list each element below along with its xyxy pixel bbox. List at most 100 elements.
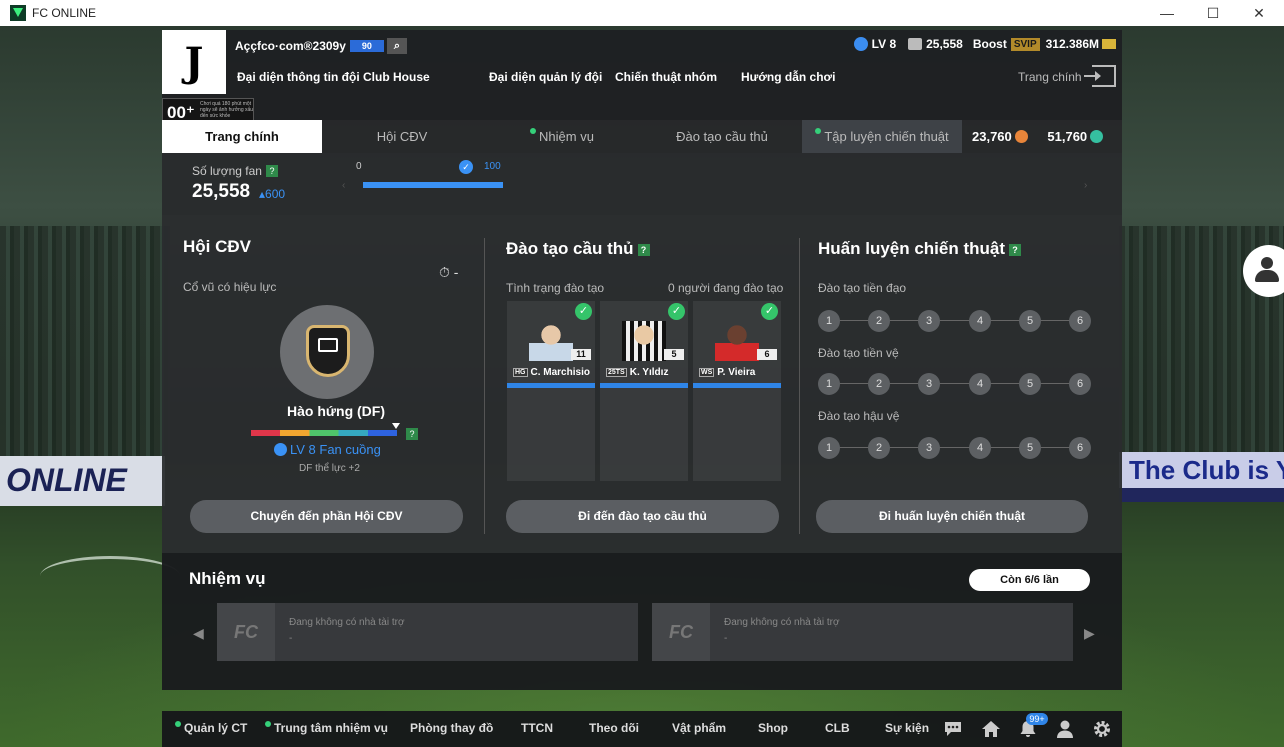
step-4[interactable]: 4 xyxy=(969,373,991,395)
missions-title: Nhiệm vụ xyxy=(189,569,266,588)
step-6[interactable]: 6 xyxy=(1069,310,1091,332)
boost-label: Boost xyxy=(972,37,1007,51)
player-photo xyxy=(529,321,573,361)
mission-center-dot xyxy=(265,721,271,727)
supporters-title: Hội CĐV xyxy=(183,237,251,256)
go-training-button[interactable]: Đi đến đào tạo cầu thủ xyxy=(506,500,779,533)
maximize-button[interactable]: ☐ xyxy=(1190,0,1236,26)
chat-icon[interactable] xyxy=(943,719,963,739)
fc-online-app-icon xyxy=(10,5,26,21)
minimize-button[interactable]: — xyxy=(1144,0,1190,26)
step-4[interactable]: 4 xyxy=(969,437,991,459)
level-icon xyxy=(853,37,868,51)
check-icon: ✓ xyxy=(668,303,685,320)
tab-missions-dot xyxy=(530,128,537,134)
divider xyxy=(484,238,485,534)
step-3[interactable]: 3 xyxy=(918,373,940,395)
step-2[interactable]: 2 xyxy=(868,373,890,395)
step-2[interactable]: 2 xyxy=(868,437,890,459)
bottom-nav-ttcn[interactable]: TTCN xyxy=(521,721,553,735)
step-1[interactable]: 1 xyxy=(818,437,840,459)
tactics-title-text: Huấn luyện chiến thuật xyxy=(818,239,1006,258)
help-icon[interactable]: ? xyxy=(1009,244,1022,256)
step-1[interactable]: 1 xyxy=(818,373,840,395)
logout-icon[interactable] xyxy=(1084,65,1116,87)
bottom-nav-follow[interactable]: Theo dõi xyxy=(589,721,639,735)
nav-team-tactics[interactable]: Chiến thuật nhóm xyxy=(615,70,717,84)
player-card-vieira[interactable]: ✓ 6 WS P. Vieira xyxy=(693,301,781,481)
player-photo xyxy=(715,321,759,361)
nav-club-house[interactable]: Club House xyxy=(363,70,430,84)
step-5[interactable]: 5 xyxy=(1019,437,1041,459)
close-button[interactable]: ✕ xyxy=(1236,0,1282,26)
ad-board-right: The Club is Y xyxy=(1119,452,1284,488)
currency-2-icon xyxy=(1090,130,1104,143)
go-tactics-button[interactable]: Đi huấn luyện chiến thuật xyxy=(816,500,1088,533)
sponsor-card[interactable]: FC Đang không có nhà tài trợ - xyxy=(652,603,1073,661)
sponsor-sub: - xyxy=(724,633,728,644)
step-1[interactable]: 1 xyxy=(818,310,840,332)
bp-coin-icon xyxy=(1102,39,1116,49)
forward-steps: 1 2 3 4 5 6 xyxy=(818,310,1091,332)
tab-home[interactable]: Trang chính xyxy=(162,120,322,153)
step-3[interactable]: 3 xyxy=(918,437,940,459)
nav-guide[interactable]: Hướng dẫn chơi xyxy=(741,70,835,84)
bottom-nav-items[interactable]: Vật phẩm xyxy=(672,721,726,735)
bottom-nav-mission-center[interactable]: Trung tâm nhiệm vụ xyxy=(265,721,388,735)
search-icon[interactable]: ⌕ xyxy=(386,38,407,54)
fan-progress-bar xyxy=(363,182,503,188)
nav-team-management[interactable]: Đại diện quản lý đội xyxy=(489,70,602,84)
sponsor-text: Đang không có nhà tài trợ xyxy=(289,617,405,628)
currency-1-value: 23,760 xyxy=(972,129,1012,144)
player-number: 6 xyxy=(757,349,777,360)
go-supporters-button[interactable]: Chuyển đến phần Hội CĐV xyxy=(190,500,463,533)
step-4[interactable]: 4 xyxy=(969,310,991,332)
fan-level: LV 8 Fan cuồng xyxy=(274,442,381,457)
sponsor-card[interactable]: FC Đang không có nhà tài trợ - xyxy=(217,603,638,661)
bottom-nav-squad[interactable]: Quản lý CT xyxy=(175,721,247,735)
training-count-label: 0 người đang đào tạo xyxy=(668,281,784,295)
tab-tactics-training[interactable]: Tập luyện chiến thuật xyxy=(802,120,962,153)
missions-remaining-badge[interactable]: Còn 6/6 lần xyxy=(969,569,1090,591)
sponsor-text: Đang không có nhà tài trợ xyxy=(724,617,840,628)
home-link[interactable]: Trang chính xyxy=(1018,70,1082,84)
bottom-nav-shop[interactable]: Shop xyxy=(758,721,788,735)
tab-supporters[interactable]: Hội CĐV xyxy=(322,120,482,153)
next-arrow-icon[interactable]: ▶ xyxy=(1084,625,1095,642)
prev-arrow-icon[interactable]: ◀ xyxy=(193,625,204,642)
home-icon[interactable] xyxy=(981,719,1001,739)
check-icon: ✓ xyxy=(761,303,778,320)
tab-player-training[interactable]: Đào tạo cầu thủ xyxy=(642,120,802,153)
bottom-nav-club[interactable]: CLB xyxy=(825,721,850,735)
step-6[interactable]: 6 xyxy=(1069,437,1091,459)
profile-icon[interactable] xyxy=(1055,719,1075,739)
step-6[interactable]: 6 xyxy=(1069,373,1091,395)
account-level-tag: 90 xyxy=(349,40,384,52)
player-card-marchisio[interactable]: ✓ 11 HG C. Marchisio xyxy=(507,301,595,481)
help-icon[interactable]: ? xyxy=(637,244,650,256)
player-number: 11 xyxy=(571,349,591,360)
nav-team-info[interactable]: Đại diện thông tin đội xyxy=(237,70,360,84)
tab-missions-label: Nhiệm vụ xyxy=(539,129,594,144)
player-name-text: P. Vieira xyxy=(717,367,756,378)
bottom-nav-locker-room[interactable]: Phòng thay đồ xyxy=(410,721,493,735)
step-2[interactable]: 2 xyxy=(868,310,890,332)
club-logo[interactable]: J xyxy=(162,30,226,94)
bottom-nav-events[interactable]: Sự kiện xyxy=(885,721,929,735)
step-3[interactable]: 3 xyxy=(918,310,940,332)
step-5[interactable]: 5 xyxy=(1019,373,1041,395)
tab-missions[interactable]: Nhiệm vụ xyxy=(482,120,642,153)
tactics-midfield-label: Đào tạo tiền vệ xyxy=(818,346,899,360)
midfield-steps: 1 2 3 4 5 6 xyxy=(818,373,1091,395)
main-panel: J Aççfco·com®2309y 90 ⌕ LV 8 25,558 Boos… xyxy=(162,30,1122,690)
chant-shield-icon xyxy=(306,325,350,377)
player-card-yildiz[interactable]: ✓ 5 25TS K. Yıldız xyxy=(600,301,688,481)
training-status-label: Tình trạng đào tạo xyxy=(506,281,605,295)
help-icon[interactable]: ? xyxy=(265,165,278,177)
help-icon[interactable]: ? xyxy=(406,428,418,440)
card-tag: 25TS xyxy=(606,368,627,377)
level-value: LV 8 xyxy=(871,37,897,51)
step-5[interactable]: 5 xyxy=(1019,310,1041,332)
settings-gear-icon[interactable] xyxy=(1092,719,1112,739)
progress-end: 100 xyxy=(484,161,501,172)
